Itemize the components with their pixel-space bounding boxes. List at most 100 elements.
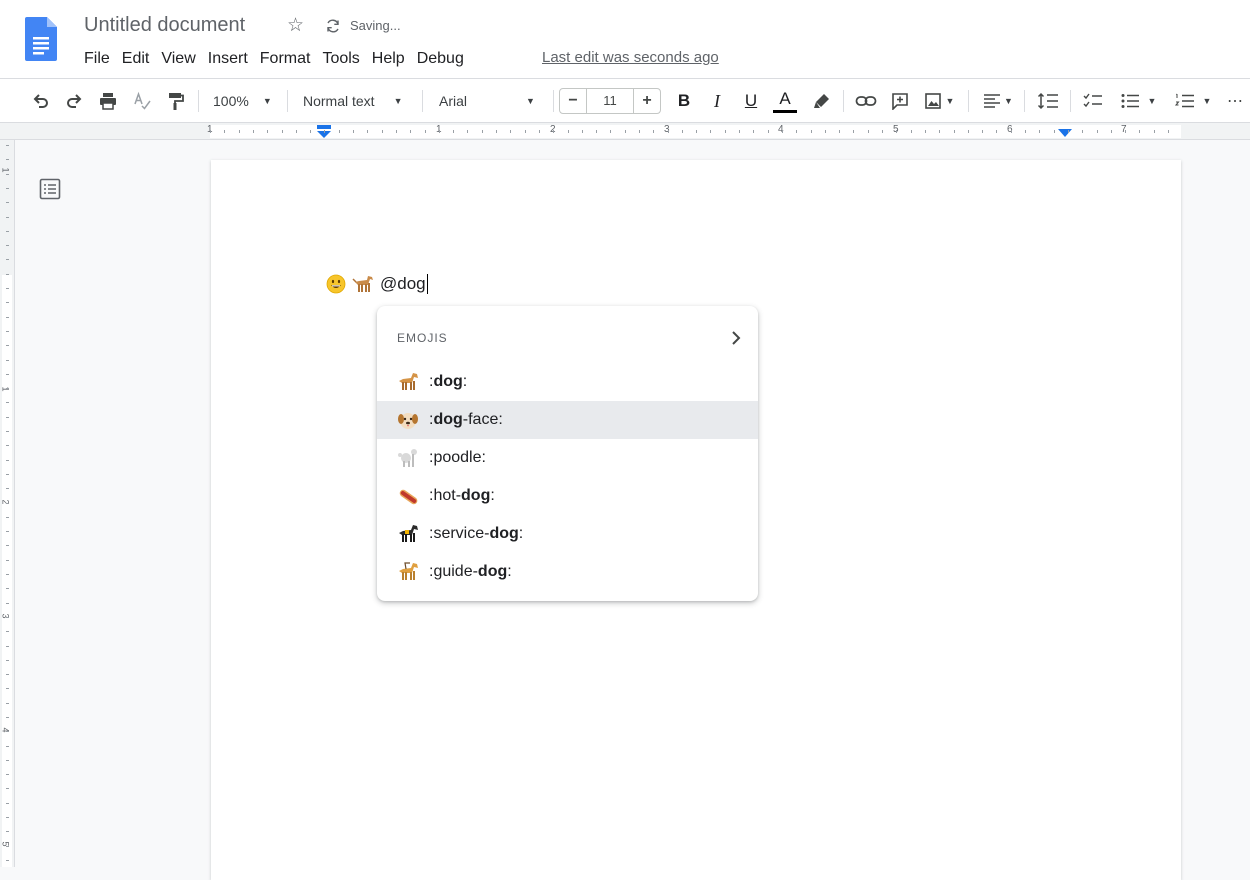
menu-format[interactable]: Format [254,48,317,70]
ruler-tick [811,130,812,133]
emoji-suggestion-hot-dog[interactable]: :hot-dog: [377,477,758,515]
redo-icon[interactable] [63,79,85,123]
menu-debug[interactable]: Debug [411,48,470,70]
suggestion-label: :dog-face: [429,411,503,428]
font-size-input[interactable]: 11 [586,89,634,113]
ruler-tick [6,474,9,475]
link-icon[interactable] [855,79,877,123]
ruler-tick [6,660,9,661]
ruler-tick [6,417,9,418]
undo-icon[interactable] [30,79,52,123]
ruler-tick [339,130,340,133]
align-left-icon [984,94,1001,108]
decrease-font-size-button[interactable]: − [560,92,586,110]
chevron-down-icon: ▼ [1147,96,1157,106]
ruler-tick [6,774,9,775]
ruler-tick [6,374,9,375]
ruler-tick [324,130,325,133]
bulleted-list-button[interactable]: ▼ [1115,79,1161,123]
ruler-tick [568,130,569,133]
chevron-right-icon[interactable] [729,330,743,346]
right-indent-marker-icon[interactable] [1058,129,1072,138]
document-title[interactable]: Untitled document [84,14,245,37]
ruler-tick [1154,130,1155,133]
ruler-tick [6,846,9,847]
menu-edit[interactable]: Edit [116,48,156,70]
toolbar: 100% ▼ Normal text ▼ Arial ▼ − 11 + B I … [0,78,1250,123]
menu-file[interactable]: File [78,48,116,70]
add-comment-icon[interactable] [889,79,911,123]
menu-help[interactable]: Help [366,48,411,70]
horizontal-ruler[interactable]: 1 1 2 3 4 5 6 7 [0,123,1250,140]
sync-icon [327,19,339,33]
align-button[interactable]: ▼ [980,79,1016,123]
menu-tools[interactable]: Tools [316,48,365,70]
spellcheck-icon[interactable] [131,79,153,123]
emoji-suggestions-popup: EMOJIS :dog: :dog-face: :poodle::hot-do… [377,306,758,601]
ruler-tick [6,445,9,446]
document-outline-icon[interactable] [38,177,62,201]
ruler-tick [6,674,9,675]
star-icon[interactable]: ☆ [287,14,304,37]
emoji-suggestion-dog-face[interactable]: :dog-face: [377,401,758,439]
ruler-tick [1011,130,1012,133]
insert-image-button[interactable]: ▼ [921,79,957,123]
emoji-suggestion-guide-dog[interactable]: :guide-dog: [377,553,758,591]
poodle-emoji-icon [398,449,417,467]
increase-font-size-button[interactable]: + [634,92,660,110]
dog-face-emoji-icon [398,413,418,429]
font-select[interactable]: Arial ▼ [439,79,545,123]
underline-button[interactable]: U [741,79,761,123]
last-edit-link[interactable]: Last edit was seconds ago [542,49,719,66]
ruler-tick [439,130,440,133]
chevron-down-icon: ▼ [1004,96,1013,106]
checklist-icon[interactable] [1081,79,1105,123]
ruler-tick [6,831,9,832]
font-size-stepper[interactable]: − 11 + [559,88,661,114]
text-color-button[interactable]: A [773,79,797,123]
line-spacing-icon[interactable] [1036,79,1060,123]
paragraph-style-select[interactable]: Normal text ▼ [303,79,411,123]
numbered-list-button[interactable]: ▼ [1170,79,1216,123]
ruler-tick [1082,130,1083,133]
ruler-tick [482,130,483,133]
menu-insert[interactable]: Insert [202,48,254,70]
ruler-tick [6,817,9,818]
more-options-icon[interactable]: ⋯ [1224,79,1246,123]
emoji-suggestion-service-dog[interactable]: :service-dog: [377,515,758,553]
highlight-icon[interactable] [812,79,832,123]
emoji-suggestion-poodle[interactable]: :poodle: [377,439,758,477]
ruler-tick [968,130,969,133]
guide-dog-emoji-icon [399,562,418,580]
toolbar-divider [1024,90,1025,112]
ruler-tick [6,703,9,704]
zoom-select[interactable]: 100% ▼ [213,79,275,123]
ruler-tick [6,345,9,346]
ruler-tick [596,130,597,133]
ruler-tick [6,731,9,732]
ruler-tick [982,130,983,133]
ruler-tick [710,130,711,133]
ruler-tick [1068,130,1069,133]
toolbar-divider [968,90,969,112]
ruler-tick [1139,130,1140,133]
bold-button[interactable]: B [674,79,694,123]
vertical-ruler[interactable]: 1 1 2 3 4 5 [0,140,15,867]
text-color-letter: A [779,88,791,108]
ruler-tick [382,130,383,133]
italic-button[interactable]: I [707,79,727,123]
google-docs-logo-icon[interactable] [25,17,57,61]
ruler-tick [582,130,583,133]
menu-view[interactable]: View [155,48,201,70]
ruler-tick [6,360,9,361]
ruler-tick [1025,130,1026,133]
typed-mention-text: @dog [380,274,426,293]
ruler-tick [1097,130,1098,133]
ruler-tick [1168,130,1169,133]
emoji-suggestion-dog[interactable]: :dog: [377,363,758,401]
toolbar-divider [843,90,844,112]
document-text-line[interactable]: @dog [326,274,428,294]
print-icon[interactable] [97,79,119,123]
paint-format-icon[interactable] [164,79,186,123]
ruler-tick [668,130,669,133]
